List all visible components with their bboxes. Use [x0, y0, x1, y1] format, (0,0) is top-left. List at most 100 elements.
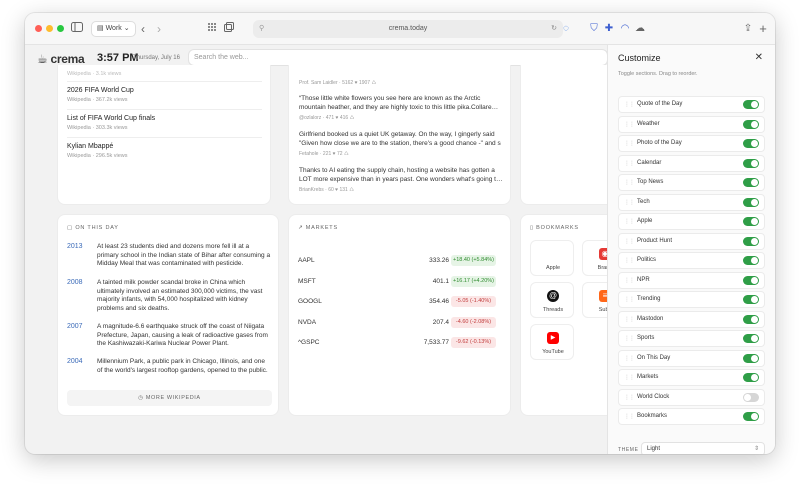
- section-toggle[interactable]: [743, 119, 759, 129]
- drag-handle-icon[interactable]: ⋮⋮: [624, 316, 635, 323]
- section-row[interactable]: ⋮⋮ NPR: [618, 271, 765, 289]
- section-row[interactable]: ⋮⋮ Top News: [618, 174, 765, 191]
- event-year-link[interactable]: 2007: [67, 323, 83, 330]
- theme-select[interactable]: Light ⇕: [641, 442, 765, 454]
- section-row[interactable]: ⋮⋮ Sports: [618, 330, 765, 347]
- section-row[interactable]: ⋮⋮ Politics: [618, 252, 765, 269]
- new-tab-icon[interactable]: +: [756, 22, 770, 36]
- market-row[interactable]: ^GSPC 7,533.77 -9.62 (-0.13%): [298, 337, 504, 350]
- market-row[interactable]: NVDA 207.4 -4.60 (-2.08%): [298, 316, 504, 330]
- section-toggle[interactable]: [743, 314, 759, 324]
- reload-icon[interactable]: ↻: [551, 20, 557, 38]
- section-row[interactable]: ⋮⋮ World Clock: [618, 388, 765, 406]
- minimize-window-button[interactable]: [46, 25, 53, 32]
- drag-handle-icon[interactable]: ⋮⋮: [624, 394, 635, 401]
- current-date: Thursday, July 16: [133, 55, 180, 61]
- extension-shield-icon[interactable]: ⛉: [587, 22, 601, 36]
- close-icon[interactable]: ✕: [755, 52, 763, 63]
- extension-mask-icon[interactable]: ◠: [618, 22, 632, 36]
- web-search-input[interactable]: Search the web...: [188, 49, 608, 66]
- section-row[interactable]: ⋮⋮ Product Hunt: [618, 232, 765, 250]
- drag-handle-icon[interactable]: ⋮⋮: [624, 140, 635, 147]
- bookmark-tile[interactable]: ▶ YouTube: [530, 324, 574, 360]
- zoom-window-button[interactable]: [57, 25, 64, 32]
- section-toggle[interactable]: [743, 256, 759, 265]
- more-wikipedia-button[interactable]: ◷ More Wikipedia: [67, 390, 272, 406]
- section-toggle[interactable]: [743, 236, 759, 246]
- section-label: Bookmarks: [637, 413, 668, 419]
- drag-handle-icon[interactable]: ⋮⋮: [624, 101, 635, 108]
- wiki-title[interactable]: Kylian Mbappé: [67, 143, 262, 150]
- section-toggle[interactable]: [743, 197, 759, 207]
- post-text[interactable]: “Those little white flowers you see here…: [299, 95, 507, 112]
- market-row[interactable]: GOOGL 354.46 -5.05 (-1.40%): [298, 296, 504, 309]
- section-row[interactable]: ⋮⋮ Calendar: [618, 154, 765, 172]
- section-toggle[interactable]: [743, 295, 759, 304]
- section-row[interactable]: ⋮⋮ On This Day: [618, 349, 765, 367]
- event-year-link[interactable]: 2004: [67, 358, 83, 365]
- section-row[interactable]: ⋮⋮ Weather: [618, 115, 765, 133]
- section-toggle[interactable]: [743, 275, 759, 285]
- bookmark-tile[interactable]: @ Threads: [530, 282, 574, 318]
- post-text[interactable]: Girlfriend booked us a quiet UK getaway.…: [299, 131, 507, 148]
- section-toggle[interactable]: [743, 139, 759, 148]
- back-icon[interactable]: ‹: [136, 22, 150, 36]
- section-toggle[interactable]: [743, 353, 759, 363]
- site-info-icon[interactable]: ⚲: [259, 20, 264, 38]
- drag-handle-icon[interactable]: ⋮⋮: [624, 335, 635, 342]
- section-toggle[interactable]: [743, 217, 759, 226]
- share-icon[interactable]: ⇪: [741, 22, 755, 36]
- section-toggle[interactable]: [743, 178, 759, 187]
- close-window-button[interactable]: [35, 25, 42, 32]
- post-text[interactable]: Thanks to AI eating the supply chain, ho…: [299, 167, 507, 184]
- drag-handle-icon[interactable]: ⋮⋮: [624, 160, 635, 167]
- section-toggle[interactable]: [743, 373, 759, 382]
- drag-handle-icon[interactable]: ⋮⋮: [624, 199, 635, 206]
- wiki-title[interactable]: 2026 FIFA World Cup: [67, 87, 262, 94]
- list-item[interactable]: Kylian Mbappé Wikipedia · 296.5k views: [67, 143, 262, 159]
- extension-puzzle-icon[interactable]: ✚: [602, 22, 616, 36]
- drag-handle-icon[interactable]: ⋮⋮: [624, 121, 635, 128]
- cloud-icon[interactable]: ☁: [633, 22, 647, 36]
- grid-icon[interactable]: [205, 22, 219, 36]
- market-row[interactable]: AAPL 333.26 +18.40 (+5.84%): [298, 255, 504, 268]
- drag-handle-icon[interactable]: ⋮⋮: [624, 277, 635, 284]
- address-bar[interactable]: ⚲ crema.today ↻: [253, 20, 563, 38]
- drag-handle-icon[interactable]: ⋮⋮: [624, 238, 635, 245]
- section-toggle[interactable]: [743, 158, 759, 168]
- drag-handle-icon[interactable]: ⋮⋮: [624, 218, 635, 225]
- tabs-overview-icon[interactable]: [222, 22, 236, 36]
- crema-logo[interactable]: ☕ crema: [37, 52, 85, 66]
- section-row[interactable]: ⋮⋮ Quote of the Day: [618, 96, 765, 113]
- event-year-link[interactable]: 2008: [67, 279, 83, 286]
- bookmark-tile[interactable]: Apple: [530, 240, 574, 276]
- list-item[interactable]: List of FIFA World Cup finals Wikipedia …: [67, 115, 262, 131]
- section-row[interactable]: ⋮⋮ Apple: [618, 213, 765, 230]
- section-toggle[interactable]: [743, 100, 759, 109]
- drag-handle-icon[interactable]: ⋮⋮: [624, 374, 635, 381]
- drag-handle-icon[interactable]: ⋮⋮: [624, 355, 635, 362]
- list-item[interactable]: “Those little white flowers you see here…: [299, 95, 507, 121]
- forward-icon[interactable]: ›: [152, 22, 166, 36]
- profile-switcher[interactable]: ▤ Work ⌄: [91, 21, 136, 37]
- drag-handle-icon[interactable]: ⋮⋮: [624, 257, 635, 264]
- sidebar-toggle-icon[interactable]: [70, 22, 84, 36]
- section-row[interactable]: ⋮⋮ Mastodon: [618, 310, 765, 328]
- drag-handle-icon[interactable]: ⋮⋮: [624, 179, 635, 186]
- list-item[interactable]: 2026 FIFA World Cup Wikipedia · 367.2k v…: [67, 87, 262, 103]
- section-row[interactable]: ⋮⋮ Markets: [618, 369, 765, 386]
- drag-handle-icon[interactable]: ⋮⋮: [624, 296, 635, 303]
- section-toggle[interactable]: [743, 392, 759, 402]
- drag-handle-icon[interactable]: ⋮⋮: [624, 413, 635, 420]
- section-toggle[interactable]: [743, 412, 759, 421]
- section-row[interactable]: ⋮⋮ Photo of the Day: [618, 135, 765, 152]
- wiki-title[interactable]: List of FIFA World Cup finals: [67, 115, 262, 122]
- section-row[interactable]: ⋮⋮ Tech: [618, 193, 765, 211]
- event-year-link[interactable]: 2013: [67, 243, 83, 250]
- section-toggle[interactable]: [743, 334, 759, 343]
- section-row[interactable]: ⋮⋮ Trending: [618, 291, 765, 308]
- market-row[interactable]: MSFT 401.1 +16.17 (+4.20%): [298, 275, 504, 289]
- list-item[interactable]: Thanks to AI eating the supply chain, ho…: [299, 167, 507, 193]
- list-item[interactable]: Girlfriend booked us a quiet UK getaway.…: [299, 131, 507, 157]
- section-row[interactable]: ⋮⋮ Bookmarks: [618, 408, 765, 425]
